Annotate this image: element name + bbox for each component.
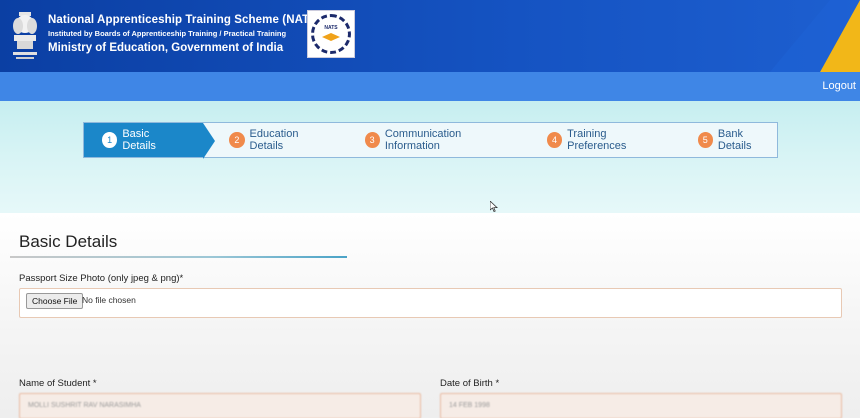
dob-input[interactable]: 14 FEB 1998	[440, 393, 842, 418]
photo-label: Passport Size Photo (only jpeg & png)*	[19, 273, 184, 284]
step-label: Training Preferences	[567, 128, 627, 152]
mouse-cursor-icon	[490, 201, 498, 212]
nats-logo-text: NATS	[324, 25, 338, 31]
step-number: 3	[364, 132, 380, 148]
step-label: Basic Details	[122, 128, 156, 152]
step-number: 4	[546, 132, 563, 148]
step-education-details[interactable]: 2 Education Details	[229, 123, 331, 157]
step-number: 5	[697, 132, 713, 148]
header-title: National Apprenticeship Training Scheme …	[48, 14, 321, 26]
step-number: 1	[102, 132, 118, 148]
section-underline	[10, 256, 347, 258]
student-name-input[interactable]: MOLLI SUSHRIT RAV NARASIMHA	[19, 393, 421, 418]
step-training-preferences[interactable]: 4 Training Preferences	[546, 123, 665, 157]
registration-stepper: 1 Basic Details 2 Education Details 3 Co…	[83, 122, 778, 159]
national-emblem-icon	[13, 12, 37, 59]
nav-bar: Logout	[0, 72, 860, 101]
choose-file-button[interactable]: Choose File	[26, 293, 84, 309]
site-header: National Apprenticeship Training Scheme …	[0, 0, 860, 72]
logout-link[interactable]: Logout	[822, 80, 856, 92]
dob-label: Date of Birth *	[440, 378, 500, 389]
step-bank-details[interactable]: 5 Bank Details	[697, 123, 777, 157]
student-name-label: Name of Student *	[19, 378, 97, 389]
step-communication-information[interactable]: 3 Communication Information	[364, 123, 514, 157]
no-file-text: No file chosen	[82, 295, 136, 305]
header-corner-decoration	[770, 0, 860, 72]
header-subtitle: Instituted by Boards of Apprenticeship T…	[48, 29, 287, 38]
step-label: Bank Details	[717, 128, 752, 152]
step-number: 2	[229, 132, 245, 148]
step-basic-details[interactable]: 1 Basic Details	[84, 123, 216, 159]
nats-logo: NATS	[307, 10, 355, 58]
step-label: Education Details	[249, 128, 299, 152]
step-label: Communication Information	[384, 128, 462, 152]
graduation-cap-icon	[322, 33, 340, 41]
section-title: Basic Details	[19, 232, 118, 251]
photo-upload-field[interactable]: Choose File No file chosen	[19, 288, 842, 318]
header-ministry: Ministry of Education, Government of Ind…	[48, 42, 284, 54]
